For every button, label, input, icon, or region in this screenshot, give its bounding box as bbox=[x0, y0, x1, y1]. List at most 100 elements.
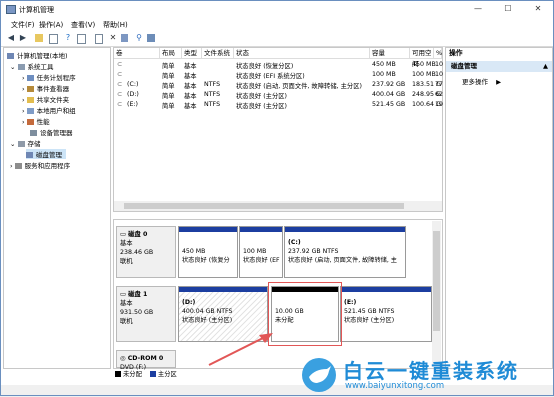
disk1-label[interactable]: ▭ 磁盘 1 基本 931.50 GB 联机 bbox=[116, 286, 176, 342]
users-icon bbox=[26, 108, 34, 114]
tools-icon bbox=[17, 64, 25, 70]
column-header-layout[interactable]: 布局 bbox=[160, 48, 182, 59]
column-header-capacity[interactable]: 容量 bbox=[370, 48, 410, 59]
tree-item-services[interactable]: › 服务和应用程序 bbox=[10, 160, 70, 170]
submenu-arrow-icon: ▶ bbox=[496, 78, 502, 86]
column-header-volume[interactable]: 卷 bbox=[114, 48, 160, 59]
primary-partition-bar bbox=[179, 227, 237, 232]
computer-icon bbox=[7, 53, 14, 59]
delete-icon[interactable]: ✕ bbox=[108, 33, 118, 43]
horizontal-scrollbar[interactable] bbox=[114, 201, 442, 211]
services-icon bbox=[14, 163, 22, 169]
tree-item-storage[interactable]: ⌄ 存储 bbox=[10, 138, 41, 148]
volume-drive-icon: ⊂ bbox=[117, 71, 123, 78]
tree-item-local-users[interactable]: › 本地用户和组 bbox=[22, 105, 76, 115]
tree-item-task-scheduler[interactable]: › 任务计划程序 bbox=[22, 72, 76, 82]
expand-arrow-icon[interactable]: ⌄ bbox=[10, 63, 18, 71]
navigation-tree: 计算机管理(本地) ⌄ 系统工具 › 任务计划程序 › 事件查看器 › 共享文件… bbox=[3, 47, 111, 369]
disk0-partition-efi[interactable]: 100 MB 状态良好 (EF bbox=[239, 226, 283, 278]
main-content: 卷 布局 类型 文件系统 状态 容量 可用空间 % ⊂ 简单 基本 状态良好 (… bbox=[113, 47, 443, 371]
disk-management-icon bbox=[26, 152, 33, 158]
help-icon[interactable]: ? bbox=[63, 33, 73, 43]
new-doc-icon[interactable] bbox=[95, 34, 103, 44]
column-header-percent[interactable]: % bbox=[434, 48, 442, 59]
toolbar: ◀ ▶ ? ✕ ⚲ bbox=[1, 31, 553, 47]
computer-management-window: 计算机管理 — ☐ ✕ 文件(F) 操作(A) 查看(V) 帮助(H) ◀ ▶ … bbox=[0, 0, 554, 396]
annotation-arrow-icon bbox=[208, 333, 273, 366]
disk1-partition-e[interactable]: (E:) 521.45 GB NTFS 状态良好 (主分区) bbox=[340, 286, 432, 342]
volume-drive-icon: ⊂ bbox=[117, 61, 123, 68]
disk0-partition-c[interactable]: (C:) 237.92 GB NTFS 状态良好 (启动, 页面文件, 故障转储, … bbox=[284, 226, 406, 278]
vertical-scrollbar[interactable] bbox=[432, 221, 441, 367]
close-button[interactable]: ✕ bbox=[523, 1, 553, 17]
tree-item-system-tools[interactable]: ⌄ 系统工具 bbox=[10, 61, 54, 71]
menu-view[interactable]: 查看(V) bbox=[71, 20, 95, 30]
tree-item-shared-folders[interactable]: › 共享文件夹 bbox=[22, 94, 69, 104]
table-row[interactable]: ⊂ (E:) 简单 基本 NTFS 状态良好 (主分区) 521.45 GB 1… bbox=[114, 100, 443, 110]
tree-item-performance[interactable]: › 性能 bbox=[22, 116, 50, 126]
console-icon[interactable] bbox=[77, 34, 86, 44]
event-viewer-icon bbox=[26, 86, 34, 92]
actions-disk-management[interactable]: 磁盘管理 ▲ bbox=[446, 61, 552, 72]
table-row[interactable]: ⊂ 简单 基本 状态良好 (恢复分区) 450 MB 450 MB 10 bbox=[114, 60, 443, 70]
save-icon[interactable] bbox=[121, 34, 128, 42]
more-actions-link[interactable]: 更多操作 ▶ bbox=[462, 76, 501, 86]
device-manager-icon bbox=[30, 130, 37, 136]
watermark: 白云一键重装系统 www.baiyunxitong.com bbox=[299, 353, 554, 397]
storage-icon bbox=[17, 141, 25, 147]
tree-item-event-viewer[interactable]: › 事件查看器 bbox=[22, 83, 69, 93]
menu-bar: 文件(F) 操作(A) 查看(V) 帮助(H) bbox=[1, 17, 553, 31]
vertical-scroll-thumb[interactable] bbox=[433, 231, 440, 331]
title-bar: 计算机管理 — ☐ ✕ bbox=[1, 1, 553, 17]
cdrom-label[interactable]: ◎ CD-ROM 0 DVD (F:) bbox=[116, 350, 176, 371]
volume-drive-icon: ⊂ bbox=[117, 101, 123, 108]
tree-item-root[interactable]: 计算机管理(本地) bbox=[7, 50, 68, 60]
shared-folder-icon bbox=[26, 97, 34, 103]
disk-icon: ▭ bbox=[120, 231, 129, 238]
watermark-url: www.baiyunxitong.com bbox=[345, 381, 445, 391]
primary-partition-swatch-icon bbox=[149, 371, 156, 377]
disk0-label[interactable]: ▭ 磁盘 0 基本 238.46 GB 联机 bbox=[116, 226, 176, 278]
actions-pane: 操作 磁盘管理 ▲ 更多操作 ▶ bbox=[445, 47, 553, 369]
table-row[interactable]: ⊂ 简单 基本 状态良好 (EFI 系统分区) 100 MB 100 MB 10 bbox=[114, 70, 443, 80]
minimize-button[interactable]: — bbox=[463, 1, 493, 17]
maximize-button[interactable]: ☐ bbox=[493, 1, 523, 17]
watermark-title: 白云一键重装系统 bbox=[343, 359, 519, 383]
menu-action[interactable]: 操作(A) bbox=[39, 20, 63, 30]
primary-partition-bar bbox=[341, 287, 431, 292]
back-icon[interactable]: ◀ bbox=[6, 33, 16, 43]
volume-drive-icon: ⊂ bbox=[117, 91, 123, 98]
horizontal-scroll-thumb[interactable] bbox=[124, 203, 404, 209]
table-row[interactable]: ⊂ (D:) 简单 基本 NTFS 状态良好 (主分区) 400.04 GB 2… bbox=[114, 90, 443, 100]
column-header-free-space[interactable]: 可用空间 bbox=[410, 48, 434, 68]
menu-file[interactable]: 文件(F) bbox=[11, 20, 35, 30]
primary-partition-bar bbox=[240, 227, 282, 232]
disk-icon: ▭ bbox=[120, 291, 129, 298]
tree-item-device-manager[interactable]: 设备管理器 bbox=[30, 127, 73, 137]
drive-icon[interactable] bbox=[147, 34, 155, 42]
expand-arrow-icon[interactable]: ⌄ bbox=[10, 140, 18, 148]
volume-list: 卷 布局 类型 文件系统 状态 容量 可用空间 % ⊂ 简单 基本 状态良好 (… bbox=[113, 47, 443, 212]
computer-management-icon bbox=[6, 5, 16, 14]
actions-header: 操作 bbox=[449, 49, 463, 57]
bird-logo-icon bbox=[302, 358, 336, 392]
legend: 未分配 主分区 bbox=[115, 369, 177, 378]
menu-help[interactable]: 帮助(H) bbox=[103, 20, 128, 30]
column-header-filesystem[interactable]: 文件系统 bbox=[202, 48, 234, 59]
window-title: 计算机管理 bbox=[19, 6, 54, 14]
primary-partition-bar bbox=[285, 227, 405, 232]
table-row[interactable]: ⊂ (C:) 简单 基本 NTFS 状态良好 (启动, 页面文件, 故障转储, … bbox=[114, 80, 443, 90]
column-header-status[interactable]: 状态 bbox=[234, 48, 370, 59]
unallocated-swatch-icon bbox=[115, 371, 121, 377]
folder-icon[interactable] bbox=[35, 34, 43, 42]
forward-icon[interactable]: ▶ bbox=[18, 33, 28, 43]
volume-drive-icon: ⊂ bbox=[117, 81, 123, 88]
performance-icon bbox=[26, 119, 34, 125]
column-header-type[interactable]: 类型 bbox=[182, 48, 202, 59]
properties-icon[interactable] bbox=[49, 34, 58, 44]
collapse-arrow-icon[interactable]: ▲ bbox=[543, 61, 548, 72]
search-icon[interactable]: ⚲ bbox=[134, 33, 144, 43]
cdrom-icon: ◎ bbox=[120, 355, 128, 362]
disk0-partition-recovery[interactable]: 450 MB 状态良好 (恢复分 bbox=[178, 226, 238, 278]
tree-item-disk-management[interactable]: 磁盘管理 bbox=[26, 149, 66, 159]
